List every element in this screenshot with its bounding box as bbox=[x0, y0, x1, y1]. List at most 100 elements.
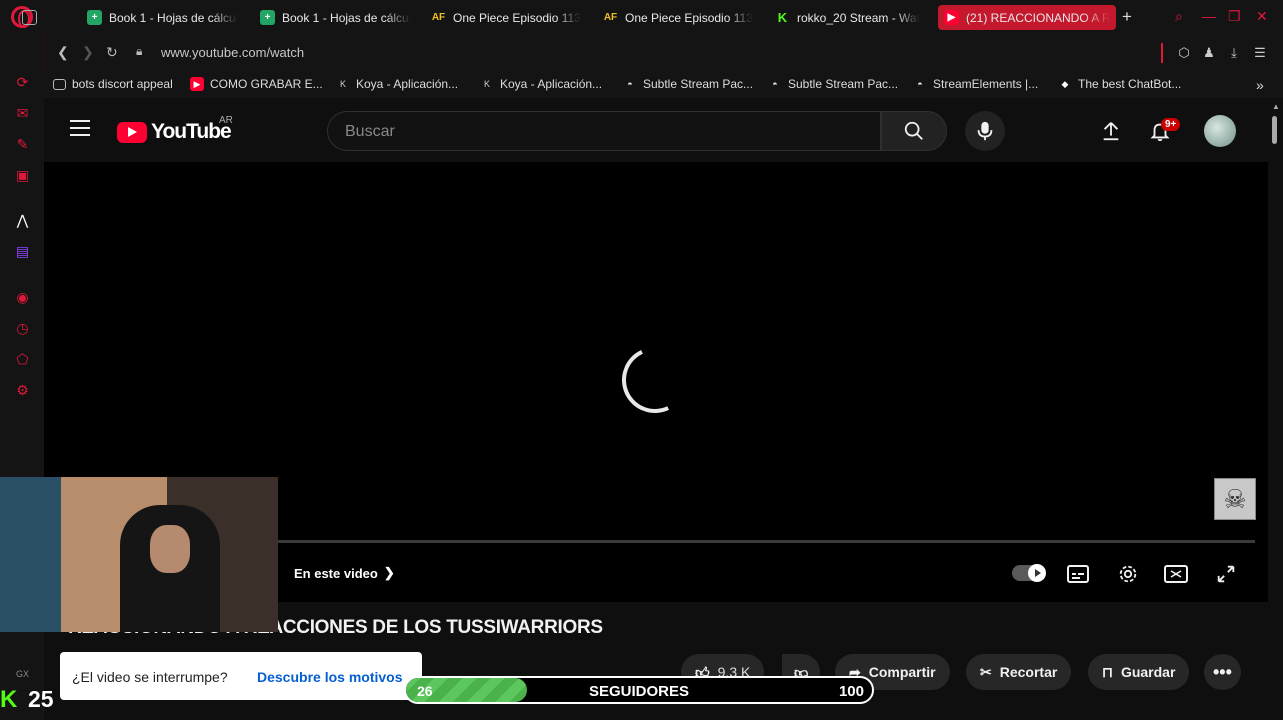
gamepad-icon[interactable]: ✎ bbox=[13, 135, 32, 154]
easy-setup-icon[interactable]: ☰ bbox=[1252, 45, 1268, 61]
twitch-icon[interactable]: ▤ bbox=[13, 242, 32, 261]
bookmark-label: Subtle Stream Pac... bbox=[643, 77, 754, 91]
followers-goal-bar: 26 SEGUIDORES 100 bbox=[404, 676, 874, 704]
history-icon[interactable]: ⟳ bbox=[13, 73, 32, 92]
menu-icon[interactable] bbox=[70, 120, 90, 136]
save-label: Guardar bbox=[1120, 664, 1176, 680]
scroll-thumb[interactable] bbox=[1272, 116, 1277, 144]
search-input[interactable]: Buscar bbox=[327, 111, 881, 151]
clock-icon[interactable]: ◷ bbox=[13, 319, 32, 338]
tab-label: One Piece Episodio 113 bbox=[625, 10, 753, 25]
tab-manager-icon bbox=[22, 10, 37, 25]
bookmark-item[interactable]: ▶ COMO GRABAR E... bbox=[190, 77, 323, 91]
subtitles-button[interactable] bbox=[1066, 562, 1090, 586]
tab-label: (21) REACCIONANDO A R bbox=[966, 10, 1111, 25]
youtube-logo[interactable]: YouTube bbox=[117, 120, 232, 144]
minimize-button[interactable]: — bbox=[1202, 8, 1216, 24]
youtube-icon: ▶ bbox=[944, 10, 959, 25]
more-icon: ••• bbox=[1213, 661, 1232, 682]
forward-button[interactable]: ❯ bbox=[82, 44, 94, 61]
bookmarks-overflow-icon[interactable]: » bbox=[1256, 77, 1264, 93]
tab-one-piece-1[interactable]: AF One Piece Episodio 113 bbox=[425, 5, 585, 30]
kick-sidebar-icon[interactable]: ⋀ bbox=[13, 211, 32, 230]
autoplay-toggle[interactable] bbox=[1012, 564, 1046, 582]
search-button[interactable] bbox=[881, 111, 947, 151]
gear-icon bbox=[1119, 565, 1137, 583]
chevron-right-icon: ❯ bbox=[383, 565, 395, 580]
search-icon bbox=[904, 121, 923, 140]
followers-label: SEGUIDORES bbox=[588, 683, 690, 700]
loading-spinner-icon bbox=[612, 337, 698, 423]
followers-goal: 100 bbox=[838, 683, 864, 700]
search-tabs-icon[interactable]: ⌕ bbox=[1175, 8, 1183, 25]
more-actions-button[interactable]: ••• bbox=[1204, 654, 1241, 690]
new-tab-button[interactable]: + bbox=[1122, 7, 1132, 27]
sheets-icon: + bbox=[87, 10, 102, 25]
profile-icon[interactable]: ♟ bbox=[1201, 45, 1217, 61]
streamer-face bbox=[150, 525, 190, 573]
youtube-icon: ▶ bbox=[190, 77, 204, 91]
bookmark-item[interactable]: bots discort appeal bbox=[53, 77, 173, 91]
search-placeholder: Buscar bbox=[345, 123, 395, 140]
bookmark-label: COMO GRABAR E... bbox=[210, 77, 323, 91]
mail-icon[interactable]: ▣ bbox=[13, 166, 32, 185]
bookmark-item[interactable]: K Koya - Aplicación... bbox=[336, 77, 458, 91]
bookmark-label: Subtle Stream Pac... bbox=[788, 77, 899, 91]
tab-sheets-1[interactable]: + Book 1 - Hojas de cálcul bbox=[81, 5, 241, 30]
fullscreen-icon bbox=[1217, 565, 1235, 583]
webcam-overlay bbox=[0, 477, 278, 632]
tab-kick-stream[interactable]: K rokko_20 Stream - Wat bbox=[769, 5, 929, 30]
folder-icon bbox=[53, 78, 66, 90]
upload-icon bbox=[1103, 122, 1119, 141]
youtube-header: YouTube AR Buscar 9+ bbox=[44, 98, 1268, 162]
settings-button[interactable] bbox=[1116, 562, 1140, 586]
url-field[interactable]: www.youtube.com/watch bbox=[161, 45, 304, 60]
settings-icon[interactable]: ⚙ bbox=[13, 381, 32, 400]
scissors-icon: ✂ bbox=[980, 663, 992, 680]
interrupt-question: ¿El video se interrumpe? bbox=[72, 669, 228, 685]
maximize-button[interactable]: ❐ bbox=[1228, 8, 1241, 25]
extensions-icon[interactable]: ⬡ bbox=[1176, 45, 1192, 61]
miniplayer-icon bbox=[1164, 565, 1188, 583]
scroll-up-icon[interactable]: ▲ bbox=[1272, 102, 1280, 111]
tab-youtube-active[interactable]: ▶ (21) REACCIONANDO A R bbox=[938, 5, 1116, 30]
clip-button[interactable]: ✂ Recortar bbox=[966, 654, 1072, 690]
autoplay-knob bbox=[1028, 564, 1046, 582]
bookmark-item[interactable]: ◓ Subtle Stream Pac... bbox=[623, 77, 753, 91]
bookmark-item[interactable]: K Koya - Aplicación... bbox=[480, 77, 602, 91]
download-icon[interactable]: ⤓ bbox=[1226, 45, 1242, 61]
tab-label: Book 1 - Hojas de cálcul bbox=[109, 10, 239, 25]
lock-icon: 🔒︎ bbox=[136, 44, 143, 58]
youtube-play-icon bbox=[117, 121, 147, 143]
close-window-button[interactable]: ✕ bbox=[1256, 8, 1268, 25]
bag-icon[interactable]: ✉ bbox=[13, 104, 32, 123]
tab-icon[interactable] bbox=[16, 5, 44, 30]
miniplayer-button[interactable] bbox=[1164, 562, 1188, 586]
koya-icon: K bbox=[339, 79, 346, 89]
in-this-video-button[interactable]: En este video ❯ bbox=[294, 565, 395, 581]
reload-button[interactable]: ↻ bbox=[106, 44, 118, 61]
playback-issue-notice: ¿El video se interrumpe? Descubre los mo… bbox=[60, 652, 422, 700]
progress-bar[interactable] bbox=[278, 540, 1255, 543]
save-button[interactable]: ⊓ Guardar bbox=[1088, 654, 1190, 690]
country-code: AR bbox=[219, 115, 233, 126]
tab-one-piece-2[interactable]: AF One Piece Episodio 113 bbox=[597, 5, 757, 30]
bookmark-item[interactable]: ◓ Subtle Stream Pac... bbox=[768, 77, 898, 91]
share-label: Compartir bbox=[868, 664, 936, 680]
streamelements-icon: ◓ bbox=[772, 79, 778, 89]
bookmark-item[interactable]: ◆ The best ChatBot... bbox=[1058, 77, 1182, 91]
extensions-icon[interactable]: ⬠ bbox=[13, 350, 32, 369]
bookmark-item[interactable]: ◓ StreamElements |... bbox=[913, 77, 1038, 91]
discover-reasons-link[interactable]: Descubre los motivos bbox=[257, 669, 403, 685]
page-scrollbar[interactable]: ▲ bbox=[1268, 98, 1283, 720]
back-button[interactable]: ❮ bbox=[57, 44, 69, 61]
bookmark-label: Koya - Aplicación... bbox=[500, 77, 603, 91]
music-icon[interactable]: ◉ bbox=[13, 288, 32, 307]
channel-watermark-icon[interactable]: ☠ bbox=[1214, 478, 1256, 520]
fullscreen-button[interactable] bbox=[1214, 562, 1238, 586]
tab-sheets-2[interactable]: + Book 1 - Hojas de cálcul bbox=[254, 5, 414, 30]
address-bar: ❮ ❯ ↻ 🔒︎ www.youtube.com/watch ⬡ ♟ ⤓ ☰ bbox=[44, 34, 1283, 72]
upload-button[interactable] bbox=[1099, 119, 1123, 143]
voice-search-button[interactable] bbox=[965, 111, 1005, 151]
avatar[interactable] bbox=[1204, 115, 1236, 147]
